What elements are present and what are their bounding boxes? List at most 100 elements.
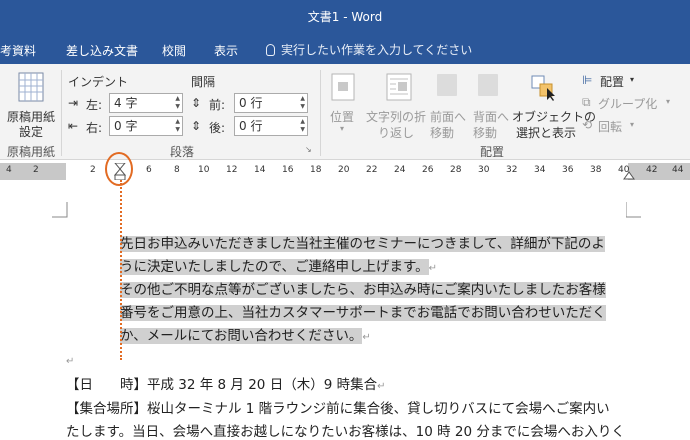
chevron-down-icon: ▾ — [340, 124, 345, 133]
ruler-number: 8 — [174, 165, 180, 175]
spinner-arrows-icon[interactable]: ▲ ▼ — [175, 118, 180, 134]
indent-right-icon: ⇤ — [68, 119, 79, 133]
window-title: 文書1 - Word — [307, 10, 383, 24]
indent-guide-line — [120, 180, 122, 360]
indent-left-spinner[interactable]: 4 字 ▲ ▼ — [109, 93, 183, 113]
ruler-number: 30 — [478, 165, 490, 175]
tab-references[interactable]: 考資料 — [0, 42, 36, 59]
ruler-number: 18 — [310, 165, 322, 175]
spacing-before-spinner[interactable]: 0 行 ▲ ▼ — [234, 93, 308, 113]
document-page[interactable]: 先日お申込みいただきました当社主催のセミナーにつきまして、詳細が下記のよ うに決… — [0, 180, 690, 440]
send-backward-label-2[interactable]: 移動 — [473, 124, 497, 141]
doc-line[interactable]: か、メールにてお問い合わせください。↵ — [120, 324, 371, 344]
selected-text: その他ご不明な点等がございましたら、お申込み時にご案内いたしましたお客様 — [120, 282, 606, 298]
spinner-arrows-icon[interactable]: ▲ ▼ — [300, 95, 305, 111]
ruler-number: 2 — [33, 165, 39, 175]
group-button[interactable]: グループ化 — [598, 95, 657, 112]
ribbon-panel: 原稿用紙 設定 原稿用紙 インデント ⇥ 左: 4 字 ▲ ▼ ⇤ 右: 0 字 ▲ ▼… — [0, 64, 690, 160]
paragraph-group-label: 段落 — [170, 145, 195, 159]
tab-view[interactable]: 表示 — [214, 42, 238, 59]
spacing-after-value: 0 行 — [239, 119, 263, 133]
bring-forward-icon — [437, 74, 457, 96]
body-text: たします。当日、会場へ直接お越しになりたいお客様は、10 時 20 分までに会場… — [66, 424, 625, 440]
wrap-text-icon — [386, 73, 412, 101]
ruler-number: 12 — [226, 165, 238, 175]
selection-pane-icon — [531, 75, 555, 101]
ruler-number: 32 — [506, 165, 518, 175]
ruler-number: 22 — [366, 165, 378, 175]
arrange-group-label: 配置 — [480, 145, 505, 159]
ruler-number: 36 — [562, 165, 574, 175]
indent-left-icon: ⇥ — [68, 96, 79, 110]
ruler-number: 28 — [450, 165, 462, 175]
doc-line[interactable]: たします。当日、会場へ直接お越しになりたいお客様は、10 時 20 分までに会場… — [66, 420, 625, 440]
send-backward-label-1[interactable]: 背面へ — [473, 108, 509, 125]
chevron-down-icon: ▾ — [630, 120, 635, 129]
wrap-text-label-2[interactable]: り返し — [378, 124, 414, 141]
manuscript-paper-icon — [18, 72, 44, 102]
selected-text: 先日お申込みいただきました当社主催のセミナーにつきまして、詳細が下記のよ — [120, 236, 605, 252]
body-text: 【集合場所】桜山ターミナル 1 階ラウンジ前に集合後、貸し切りバスにて会場へご案… — [66, 401, 610, 417]
selected-text: か、メールにてお問い合わせください。 — [120, 328, 363, 344]
selected-text: 番号をご用意の上、当社カスタマーサポートまでお電話でお問い合わせいただく — [120, 305, 606, 321]
spacing-before-value: 0 行 — [239, 96, 263, 110]
ruler-number: 10 — [198, 165, 210, 175]
ruler-number: 24 — [394, 165, 406, 175]
group-separator — [61, 70, 62, 156]
empty-paragraph[interactable]: ↵ — [66, 352, 74, 368]
ruler-number: 2 — [90, 165, 96, 175]
chevron-down-icon: ▾ — [666, 97, 671, 106]
ruler-number: 20 — [338, 165, 350, 175]
doc-line[interactable]: うに決定いたしましたので、ご連絡申し上げます。↵ — [120, 255, 437, 275]
dialog-launcher-icon[interactable]: ↘ — [305, 145, 312, 154]
doc-line[interactable]: その他ご不明な点等がございましたら、お申込み時にご案内いたしましたお客様 — [120, 278, 606, 298]
position-icon — [331, 73, 355, 101]
position-button[interactable]: 位置 — [330, 108, 354, 125]
ruler-number: 14 — [254, 165, 266, 175]
title-bar: 文書1 - Word — [0, 0, 690, 33]
ruler-number: 16 — [282, 165, 294, 175]
doc-line[interactable]: 番号をご用意の上、当社カスタマーサポートまでお電話でお問い合わせいただく — [120, 301, 606, 321]
spacing-before-icon: ⇕ — [191, 96, 202, 110]
spinner-arrows-icon[interactable]: ▲ ▼ — [300, 118, 305, 134]
align-button[interactable]: 配置 — [600, 73, 624, 90]
doc-line[interactable]: 【日 時】平成 32 年 8 月 20 日（木）9 時集合↵ — [66, 373, 385, 393]
spacing-before-label: 前: — [209, 98, 226, 112]
paragraph-mark: ↵ — [377, 381, 386, 392]
horizontal-ruler[interactable]: 4 2 2 6 8 10 12 14 16 18 20 22 24 26 28 … — [0, 163, 690, 180]
ruler-number: 4 — [6, 165, 12, 175]
selection-pane-label-2[interactable]: 選択と表示 — [516, 124, 576, 141]
ruler-number: 26 — [422, 165, 434, 175]
indent-right-spinner[interactable]: 0 字 ▲ ▼ — [109, 116, 183, 136]
align-icon: ⊫ — [582, 73, 593, 87]
bring-forward-label-2[interactable]: 移動 — [430, 124, 454, 141]
genko-group-label: 原稿用紙 — [7, 145, 56, 159]
spacing-after-icon: ⇕ — [191, 119, 202, 133]
wrap-text-label-1[interactable]: 文字列の折 — [366, 108, 426, 125]
spinner-arrows-icon[interactable]: ▲ ▼ — [175, 95, 180, 111]
indent-highlight-circle — [105, 152, 133, 186]
spacing-after-label: 後: — [209, 121, 226, 135]
lightbulb-icon — [266, 44, 275, 56]
indent-right-value: 0 字 — [114, 119, 138, 133]
ruler-number: 34 — [534, 165, 546, 175]
ruler-number: 6 — [146, 165, 152, 175]
selected-text: うに決定いたしましたので、ご連絡申し上げます。 — [120, 259, 429, 275]
group-icon: ⧉ — [582, 95, 591, 109]
tell-me-box[interactable]: 実行したい作業を入力してください — [266, 41, 472, 58]
chevron-down-icon: ▾ — [630, 75, 635, 84]
doc-line[interactable]: 先日お申込みいただきました当社主催のセミナーにつきまして、詳細が下記のよ — [120, 232, 605, 252]
doc-line[interactable]: 【集合場所】桜山ターミナル 1 階ラウンジ前に集合後、貸し切りバスにて会場へご案… — [66, 397, 610, 417]
paragraph-mark: ↵ — [428, 263, 437, 274]
tab-review[interactable]: 校閲 — [162, 42, 186, 59]
indent-left-label: 左: — [86, 98, 103, 112]
indent-left-value: 4 字 — [114, 96, 138, 110]
genko-label-2: 設定 — [19, 125, 44, 139]
right-indent-marker-icon[interactable] — [623, 170, 635, 180]
margin-corner-mark — [626, 202, 641, 218]
bring-forward-label-1[interactable]: 前面へ — [430, 108, 466, 125]
rotate-button[interactable]: 回転 — [598, 118, 622, 135]
ruler-number: 44 — [672, 165, 684, 175]
spacing-after-spinner[interactable]: 0 行 ▲ ▼ — [234, 116, 308, 136]
tab-mailings[interactable]: 差し込み文書 — [66, 42, 138, 59]
